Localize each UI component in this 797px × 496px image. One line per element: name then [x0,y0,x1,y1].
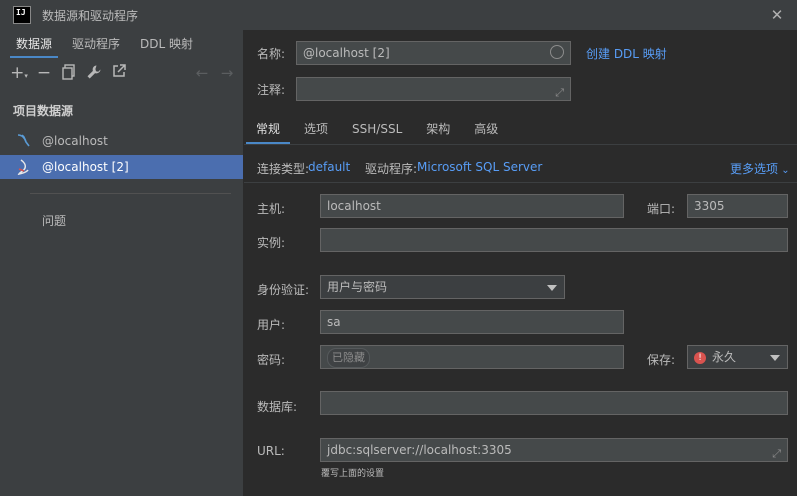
close-icon[interactable]: ✕ [769,7,785,23]
host-label: 主机: [257,202,286,216]
right-panel: 名称: @localhost [2] 创建 DDL 映射 注释: ⤢ 常规 选项… [244,30,797,496]
more-options-label: 更多选项 [730,162,779,176]
hidden-badge: 已隐藏 [327,348,370,368]
password-label: 密码: [257,353,286,367]
create-ddl-mapping-link[interactable]: 创建 DDL 映射 [586,45,667,62]
name-value: @localhost [2] [303,46,390,60]
section-title: 项目数据源 [13,104,74,118]
comment-label: 注释: [257,83,286,97]
dropdown-arrow-icon [770,355,780,361]
name-field[interactable]: @localhost [2] [296,41,571,65]
data-source-item[interactable]: @localhost [2] [0,155,243,179]
data-source-item[interactable]: @localhost [0,129,243,153]
authentication-select[interactable]: 用户与密码 [320,275,565,299]
title-bar: IJ 数据源和驱动程序 ✕ [0,0,797,30]
save-value: 永久 [712,350,737,364]
problems-label[interactable]: 问题 [42,212,243,229]
left-tabs: 数据源 驱动程序 DDL 映射 [0,30,243,58]
name-label: 名称: [257,47,286,61]
tab-advanced[interactable]: 高级 [462,114,510,144]
driver-value[interactable]: Microsoft SQL Server [417,160,542,174]
navigate-icon[interactable] [110,64,128,82]
window-title: 数据源和驱动程序 [42,8,139,23]
tab-ddl-mappings[interactable]: DDL 映射 [130,30,203,58]
host-field[interactable]: localhost [320,194,624,218]
save-select[interactable]: ! 永久 [687,345,788,369]
database-field[interactable] [320,391,788,415]
tab-options[interactable]: 选项 [292,114,340,144]
connection-type-value[interactable]: default [308,160,350,174]
tab-schemas[interactable]: 架构 [414,114,462,144]
url-value: jdbc:sqlserver://localhost:3305 [327,443,512,457]
color-circle-icon[interactable] [550,45,564,59]
copy-icon[interactable] [60,64,78,82]
more-options-link[interactable]: 更多选项 ⌄ [730,160,790,177]
sqlserver-icon [16,159,32,176]
tab-drivers[interactable]: 驱动程序 [62,30,130,58]
database-label: 数据库: [257,400,298,414]
back-arrow-icon[interactable]: ← [193,64,211,82]
expand-icon[interactable]: ⤢ [555,82,564,104]
save-label: 保存: [647,353,676,367]
port-field[interactable]: 3305 [687,194,788,218]
divider [244,144,797,145]
instance-label: 实例: [257,236,286,250]
driver-label: 驱动程序: [365,162,418,176]
expand-icon[interactable]: ⤢ [772,443,781,465]
authentication-value: 用户与密码 [327,280,388,294]
chevron-down-icon: ⌄ [778,165,790,176]
mysql-icon [16,133,32,149]
user-field[interactable]: sa [320,310,624,334]
left-toolbar: +▾ − ← → [0,58,243,88]
connection-type-label: 连接类型: [257,162,310,176]
add-icon[interactable]: +▾ [10,64,28,82]
comment-field[interactable]: ⤢ [296,77,571,101]
password-field[interactable]: 已隐藏 [320,345,624,369]
wrench-icon[interactable] [85,64,103,82]
data-source-label: @localhost [2] [42,160,129,174]
data-source-label: @localhost [42,134,108,148]
user-label: 用户: [257,318,286,332]
dropdown-arrow-icon [547,285,557,291]
tab-ssh-ssl[interactable]: SSH/SSL [340,114,414,144]
instance-field[interactable] [320,228,788,252]
port-label: 端口: [647,202,676,216]
authentication-label: 身份验证: [257,283,310,297]
remove-icon[interactable]: − [35,64,53,82]
settings-tabs: 常规 选项 SSH/SSL 架构 高级 [244,114,797,144]
divider [244,182,797,183]
error-icon: ! [694,351,706,364]
url-hint: 覆写上面的设置 [321,469,385,479]
tab-data-sources[interactable]: 数据源 [6,30,62,58]
forward-arrow-icon[interactable]: → [218,64,236,82]
left-panel: 数据源 驱动程序 DDL 映射 +▾ − ← → 项目数据源 @localhos… [0,30,244,496]
url-field[interactable]: jdbc:sqlserver://localhost:3305 ⤢ [320,438,788,462]
url-label: URL: [257,444,285,458]
tab-general[interactable]: 常规 [244,114,292,144]
intellij-logo-icon: IJ [13,6,31,24]
divider [30,193,231,194]
